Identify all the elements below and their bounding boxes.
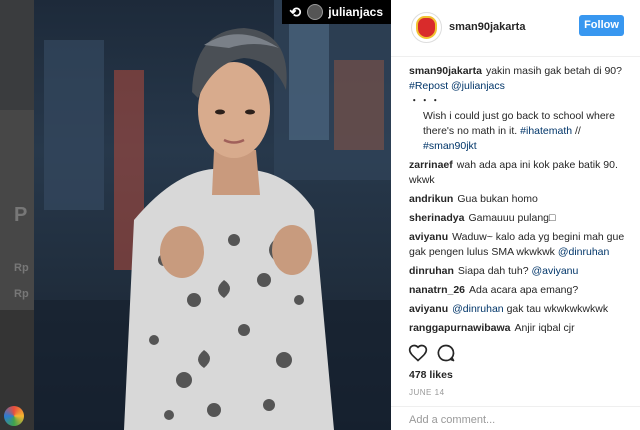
post-photo-illustration xyxy=(34,0,391,430)
post-date[interactable]: JUNE 14 xyxy=(409,388,445,397)
post-photo[interactable]: ⟲ julianjacs xyxy=(34,0,391,430)
caption-body-text: Wish i could just go back to school wher… xyxy=(423,110,616,137)
caption-username[interactable]: sman90jakarta xyxy=(409,65,482,77)
comment-text: Gamauuu pulang□ xyxy=(468,212,556,224)
add-comment-input[interactable] xyxy=(409,412,629,428)
comment-username[interactable]: aviyanu xyxy=(409,231,448,243)
post-actions xyxy=(408,343,628,365)
backdrop-letter: P xyxy=(14,204,28,226)
post-side-panel: sman90jakarta Follow sman90jakarta yakin … xyxy=(391,0,640,430)
add-comment-bar xyxy=(391,406,640,430)
account-avatar[interactable] xyxy=(411,12,442,43)
comment-username[interactable]: aviyanu xyxy=(409,303,448,315)
comment: dinruhan Siapa dah tuh? @aviyanu xyxy=(409,264,631,279)
comment: ranggapurnawibawa Anjir iqbal cjr xyxy=(409,321,631,336)
repost-icon: ⟲ xyxy=(289,3,302,20)
comment: aviyanu @dinruhan gak tau wkwkwkwkwk xyxy=(409,302,631,317)
comment-mention[interactable]: @aviyanu xyxy=(532,265,579,277)
backdrop-strip xyxy=(0,0,34,110)
post-header: sman90jakarta Follow xyxy=(391,0,640,57)
comment-username[interactable]: ranggapurnawibawa xyxy=(409,322,511,334)
comment-mention[interactable]: @dinruhan xyxy=(558,246,610,258)
comment: andrikun Gua bukan homo xyxy=(409,192,631,207)
account-username[interactable]: sman90jakarta xyxy=(449,21,525,33)
caption-text: yakin masih gak betah di 90? xyxy=(485,65,622,77)
school-seal-icon xyxy=(416,16,437,39)
follow-button[interactable]: Follow xyxy=(579,15,624,36)
hashtag-sman90jkt[interactable]: #sman90jkt xyxy=(423,140,477,152)
comment-text: Gua bukan homo xyxy=(457,193,538,205)
comment-username[interactable]: andrikun xyxy=(409,193,453,205)
like-count[interactable]: 478 likes xyxy=(409,369,453,381)
comment-mention[interactable]: @dinruhan xyxy=(452,303,504,315)
caption-separator: // xyxy=(575,125,581,137)
comment-text: Siapa dah tuh? xyxy=(457,265,529,277)
comment-username[interactable]: dinruhan xyxy=(409,265,454,277)
modal-backdrop[interactable]: P Rp Rp xyxy=(0,0,34,430)
backdrop-price-label: Rp xyxy=(14,288,29,300)
comment-text: gak tau wkwkwkwkwk xyxy=(506,303,609,315)
repost-avatar xyxy=(307,4,324,20)
caption: sman90jakarta yakin masih gak betah di 90… xyxy=(409,64,631,154)
comment-bubble-icon[interactable] xyxy=(436,343,456,363)
caption-dots: ・・・ xyxy=(409,95,441,107)
heart-icon[interactable] xyxy=(408,343,428,363)
comment-text: Ada acara apa emang? xyxy=(469,284,579,296)
comment-username[interactable]: zarrinaef xyxy=(409,159,453,171)
comment: nanatrn_26 Ada acara apa emang? xyxy=(409,283,631,298)
comment: zarrinaef wah ada apa ini kok pake batik … xyxy=(409,158,631,188)
backdrop-price-label: Rp xyxy=(14,262,29,274)
caption-body: Wish i could just go back to school wher… xyxy=(409,109,631,154)
comment-text: Anjir iqbal cjr xyxy=(514,322,575,334)
comment-username[interactable]: nanatrn_26 xyxy=(409,284,465,296)
comment-list: sman90jakarta yakin masih gak betah di 90… xyxy=(409,64,631,340)
comment: aviyanu Waduw~ kalo ada yg begini mah gue… xyxy=(409,230,631,260)
comment: sherinadya Gamauuu pulang□ xyxy=(409,211,631,226)
repost-hashtag[interactable]: #Repost @julianjacs xyxy=(409,80,505,92)
comment-username[interactable]: sherinadya xyxy=(409,212,464,224)
repost-badge[interactable]: ⟲ julianjacs xyxy=(282,0,391,24)
backdrop-avatar xyxy=(4,406,24,426)
repost-username: julianjacs xyxy=(328,5,383,19)
hashtag-ihatemath[interactable]: #ihatemath xyxy=(520,125,572,137)
